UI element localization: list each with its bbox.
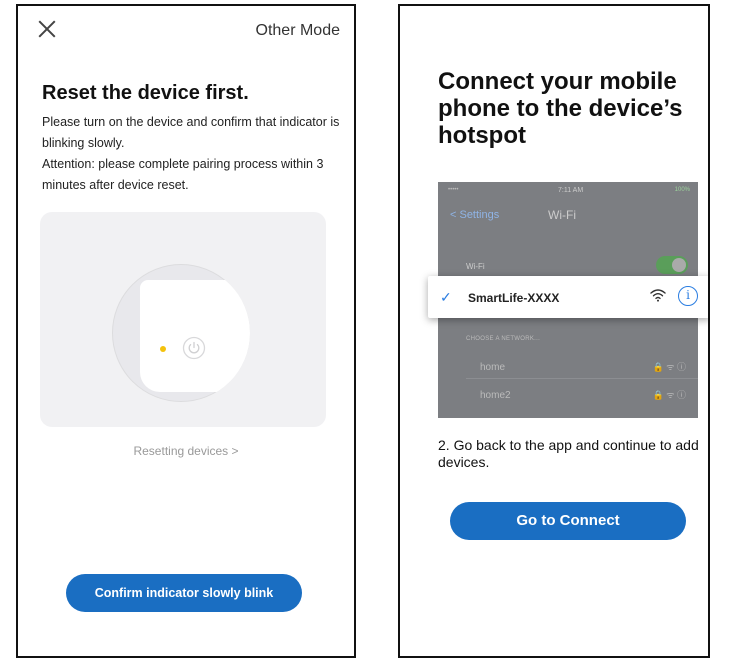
check-icon: ✓	[440, 289, 452, 305]
confirm-blink-button[interactable]: Confirm indicator slowly blink	[66, 574, 302, 612]
wifi-nav-title: Wi-Fi	[548, 208, 576, 222]
connect-hotspot-screen: Connect your mobile phone to the device’…	[398, 4, 710, 658]
indicator-light	[160, 346, 166, 352]
settings-back-link: < Settings	[450, 209, 500, 221]
power-icon	[182, 336, 206, 360]
device-illustration	[40, 212, 326, 427]
choose-network-label: CHOOSE A NETWORK...	[466, 336, 541, 342]
go-to-connect-button[interactable]: Go to Connect	[450, 502, 686, 540]
page-title: Reset the device first.	[42, 82, 249, 104]
other-mode-link[interactable]: Other Mode	[256, 22, 340, 40]
divider	[466, 378, 698, 379]
resetting-devices-link[interactable]: Resetting devices >	[18, 444, 354, 458]
network-item: home2	[480, 390, 511, 401]
instruction-line: Please turn on the device and confirm th…	[42, 115, 340, 150]
step-instruction: 2. Go back to the app and continue to ad…	[438, 437, 699, 470]
network-icons: 🔒 ᯤ ⓘ	[652, 362, 686, 372]
wifi-label: Wi-Fi	[466, 262, 485, 271]
wifi-icon	[650, 289, 666, 302]
attention-line: Attention: please complete pairing proce…	[42, 157, 324, 192]
network-item: home	[480, 362, 506, 373]
network-icons: 🔒 ᯤ ⓘ	[652, 390, 686, 400]
status-battery: 100%	[674, 187, 690, 193]
close-icon[interactable]	[38, 20, 56, 38]
info-icon[interactable]: i	[678, 286, 698, 306]
instructions: Please turn on the device and confirm th…	[42, 112, 342, 196]
network-name: SmartLife-XXXX	[468, 291, 560, 305]
status-carrier: •••••	[448, 187, 459, 193]
status-time: 7:11 AM	[558, 187, 584, 194]
selected-network-row[interactable]: ✓ SmartLife-XXXX i	[428, 276, 708, 318]
page-title: Connect your mobile phone to the device’…	[438, 68, 683, 149]
wifi-toggle	[656, 256, 688, 274]
reset-device-screen: Other Mode Reset the device first. Pleas…	[16, 4, 356, 658]
